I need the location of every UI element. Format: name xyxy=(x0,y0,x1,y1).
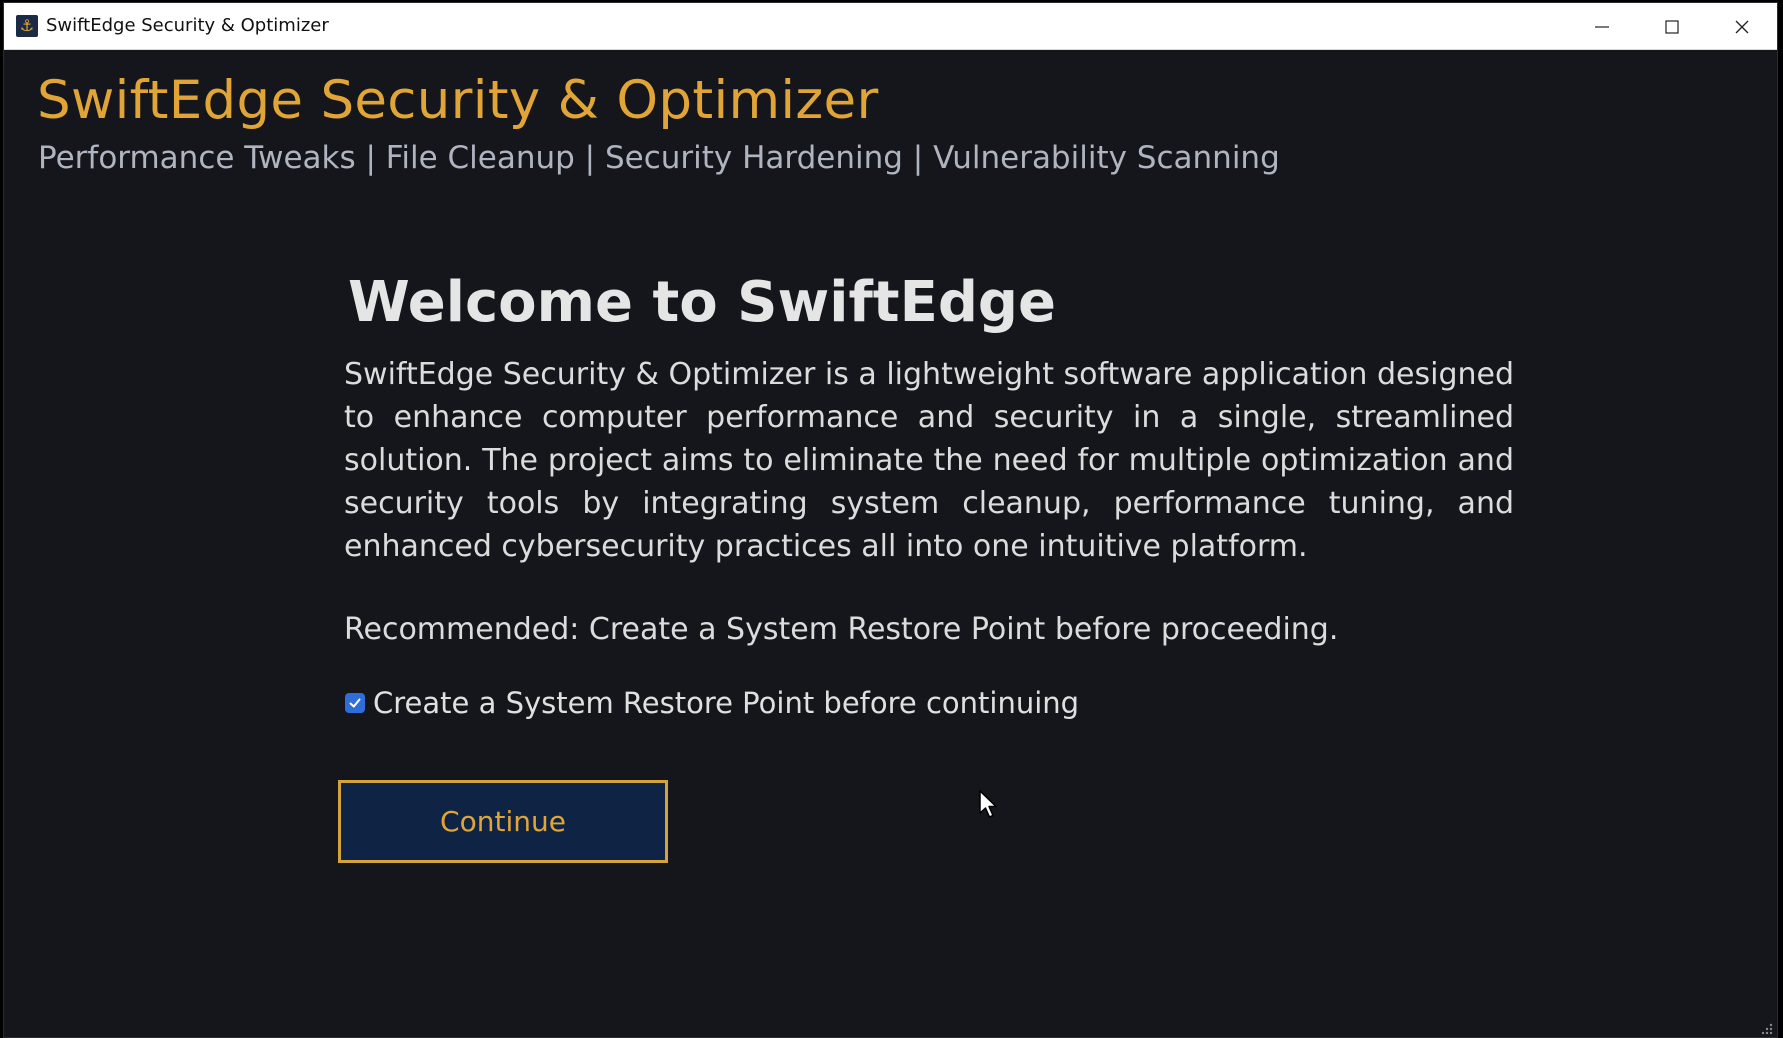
close-icon xyxy=(1735,20,1749,33)
app-title: SwiftEdge Security & Optimizer xyxy=(37,70,879,131)
maximize-button[interactable] xyxy=(1637,3,1707,50)
checkmark-icon xyxy=(349,698,361,708)
close-button[interactable] xyxy=(1707,3,1777,50)
app-subtitle: Performance Tweaks | File Cleanup | Secu… xyxy=(38,140,1280,176)
main-content: SwiftEdge Security & Optimizer Performan… xyxy=(4,50,1777,1037)
mouse-cursor-icon xyxy=(979,790,997,818)
window-controls xyxy=(1567,3,1777,50)
restore-point-checkbox[interactable] xyxy=(345,693,365,713)
maximize-icon xyxy=(1665,19,1679,34)
window-title: SwiftEdge Security & Optimizer xyxy=(46,15,329,36)
description-text: SwiftEdge Security & Optimizer is a ligh… xyxy=(344,357,1514,564)
welcome-heading: Welcome to SwiftEdge xyxy=(348,270,1056,335)
app-icon: ⚓ xyxy=(16,15,38,37)
continue-button[interactable]: Continue xyxy=(338,780,668,863)
minimize-button[interactable] xyxy=(1567,3,1637,50)
minimize-icon xyxy=(1595,25,1609,28)
app-window: ⚓ SwiftEdge Security & Optimizer SwiftEd… xyxy=(3,2,1778,1038)
restore-point-checkbox-row[interactable]: Create a System Restore Point before con… xyxy=(345,684,1079,722)
resize-grip-icon[interactable] xyxy=(1759,1021,1773,1035)
restore-point-checkbox-label[interactable]: Create a System Restore Point before con… xyxy=(373,684,1079,722)
title-bar[interactable]: ⚓ SwiftEdge Security & Optimizer xyxy=(4,3,1777,50)
recommendation-text: Recommended: Create a System Restore Poi… xyxy=(344,612,1339,647)
